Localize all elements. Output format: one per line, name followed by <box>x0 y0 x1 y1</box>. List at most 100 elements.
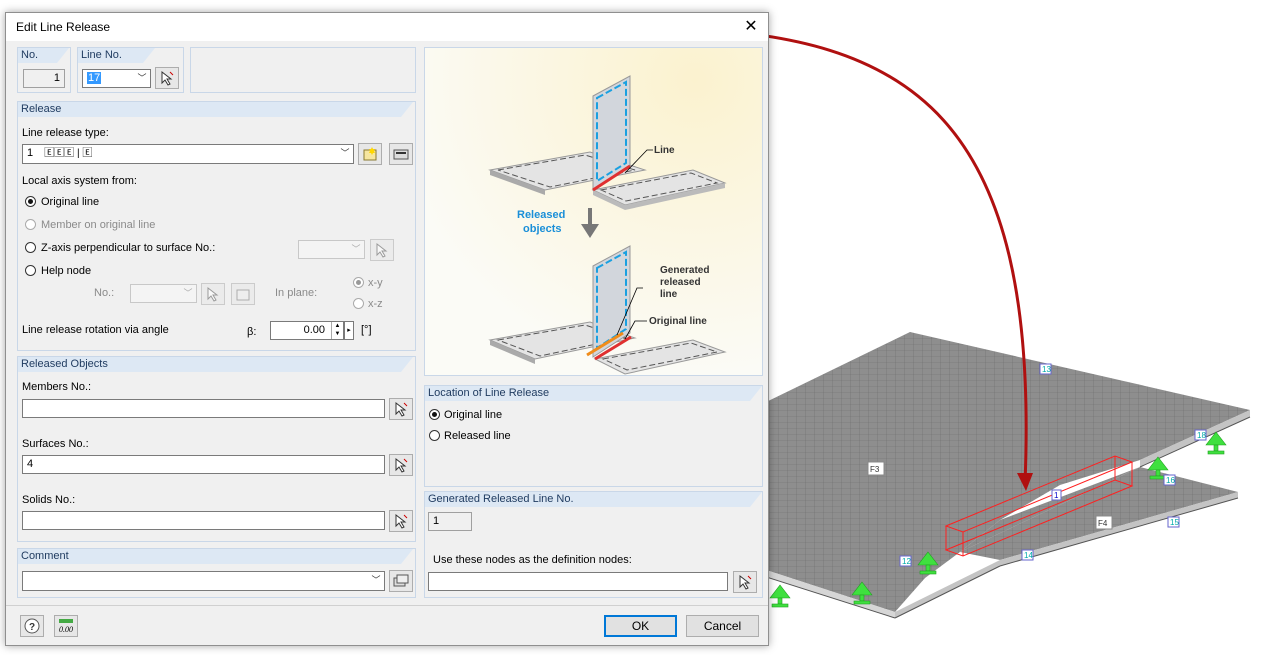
local-axis-label: Local axis system from: <box>22 175 137 187</box>
release-type-label: Line release type: <box>22 127 109 139</box>
radio-help-node[interactable] <box>25 265 36 276</box>
members-input[interactable] <box>22 399 385 418</box>
new-node-button <box>231 283 255 305</box>
member-original-line-label: Member on original line <box>41 219 156 231</box>
pick-cursor-icon <box>376 242 388 258</box>
solids-label: Solids No.: <box>22 494 76 506</box>
units-button[interactable]: 0.00 <box>54 615 78 637</box>
beta-spinner[interactable]: ▲ ▼ <box>331 322 343 339</box>
members-label: Members No.: <box>22 381 92 393</box>
help-node-label: Help node <box>41 265 92 277</box>
radio-member-original-line <box>25 219 36 230</box>
new-item-icon <box>363 147 377 161</box>
surfaces-label: Surfaces No.: <box>22 438 89 450</box>
radio-original-line[interactable] <box>25 196 36 207</box>
plane-xz-label: x-z <box>368 298 383 310</box>
z-axis-label: Z-axis perpendicular to surface No.: <box>41 242 216 254</box>
radio-plane-xy <box>353 277 364 288</box>
chevron-down-icon: ﹀ <box>351 244 361 254</box>
dialog-title: Edit Line Release <box>16 20 111 34</box>
release-panel: Release Line release type: 1 🄴🄴🄴 | 🄴 ﹀ L… <box>17 101 416 351</box>
help-node-select: ﹀ <box>130 284 197 303</box>
comment-library-button[interactable] <box>389 570 413 592</box>
solids-input[interactable] <box>22 511 385 530</box>
line-no-select[interactable]: 17 ﹀ <box>82 69 151 88</box>
comment-header: Comment <box>18 549 413 564</box>
svg-text:12: 12 <box>902 557 911 566</box>
chevron-down-icon: ﹀ <box>183 288 193 298</box>
radio-plane-xz <box>353 298 364 309</box>
help-button[interactable]: ? <box>20 615 44 637</box>
definition-nodes-input[interactable] <box>428 572 728 591</box>
pick-definition-nodes-button[interactable] <box>733 571 757 593</box>
beta-more-arrow-icon[interactable]: ▸ <box>344 321 354 340</box>
comment-select[interactable]: ﹀ <box>22 571 385 591</box>
decimal-places-icon: 0.00 <box>59 619 73 634</box>
line-callout: Line <box>654 145 675 156</box>
svg-text:18: 18 <box>1197 431 1206 440</box>
edit-line-release-dialog: Edit Line Release ✕ No. 1 Line No. 17 ﹀ … <box>5 12 769 646</box>
line-release-diagram: Line Released objects Generated released… <box>425 48 762 375</box>
plane-xy-label: x-y <box>368 277 383 289</box>
comment-panel: Comment ﹀ <box>17 548 416 598</box>
released-objects-panel: Released Objects Members No.: Surfaces N… <box>17 356 416 542</box>
pick-line-button[interactable] <box>155 67 179 89</box>
title-bar: Edit Line Release ✕ <box>6 13 768 41</box>
close-icon[interactable]: ✕ <box>740 16 762 38</box>
edit-release-type-button[interactable] <box>389 143 413 165</box>
radio-location-original[interactable] <box>429 409 440 420</box>
svg-text:14: 14 <box>1024 551 1033 560</box>
rotation-label: Line release rotation via angle <box>22 324 169 336</box>
svg-text:?: ? <box>29 622 35 633</box>
location-panel: Location of Line Release Original line R… <box>424 385 763 487</box>
edit-icon <box>393 149 409 160</box>
radio-location-released[interactable] <box>429 430 440 441</box>
generated-callout-2: released <box>660 277 701 288</box>
svg-text:16: 16 <box>1166 476 1175 485</box>
cancel-button[interactable]: Cancel <box>686 615 759 637</box>
line-no-panel: Line No. 17 ﹀ <box>77 47 184 93</box>
z-axis-surface-select: ﹀ <box>298 240 365 259</box>
surfaces-input[interactable]: 4 <box>22 455 385 474</box>
pick-cursor-icon <box>395 513 408 529</box>
help-icon: ? <box>24 618 40 634</box>
beta-unit: [°] <box>361 324 372 336</box>
new-release-type-button[interactable] <box>358 143 382 165</box>
pick-cursor-icon <box>161 70 174 86</box>
released-objects-header: Released Objects <box>18 357 413 372</box>
svg-text:0.00: 0.00 <box>59 625 73 634</box>
release-type-number: 1 <box>27 147 34 159</box>
footer-divider <box>6 605 768 606</box>
ok-button[interactable]: OK <box>604 615 677 637</box>
original-line-callout: Original line <box>649 316 707 327</box>
pick-node-button <box>201 283 225 305</box>
location-released-label: Released line <box>444 430 511 442</box>
pick-surface-button <box>370 239 394 261</box>
release-type-icons: 🄴🄴🄴 | 🄴 <box>44 148 93 159</box>
generated-header: Generated Released Line No. <box>425 492 762 507</box>
help-node-no-label: No.: <box>94 287 115 299</box>
new-item-icon <box>236 289 250 301</box>
released-label-1: Released <box>517 209 565 221</box>
svg-text:F4: F4 <box>1098 519 1108 528</box>
pick-cursor-icon <box>207 286 219 302</box>
release-type-select[interactable]: 1 🄴🄴🄴 | 🄴 ﹀ <box>22 144 354 164</box>
location-original-label: Original line <box>444 409 503 421</box>
generated-panel: Generated Released Line No. 1 Use these … <box>424 491 763 598</box>
diagram-panel: Line Released objects Generated released… <box>424 47 763 376</box>
line-no-header: Line No. <box>78 48 155 63</box>
pick-members-button[interactable] <box>389 398 413 420</box>
pick-cursor-icon <box>395 401 408 417</box>
generated-callout-1: Generated <box>660 265 709 276</box>
chevron-down-icon: ﹀ <box>340 148 350 158</box>
library-icon <box>393 574 409 587</box>
generated-line-no-field: 1 <box>428 512 472 531</box>
pick-solids-button[interactable] <box>389 510 413 532</box>
pick-surfaces-button[interactable] <box>389 454 413 476</box>
radio-z-axis[interactable] <box>25 242 36 253</box>
beta-label: β: <box>247 326 257 338</box>
definition-nodes-label: Use these nodes as the definition nodes: <box>433 554 632 566</box>
generated-callout-3: line <box>660 289 678 300</box>
pick-cursor-icon <box>395 457 408 473</box>
no-header: No. <box>18 48 69 63</box>
